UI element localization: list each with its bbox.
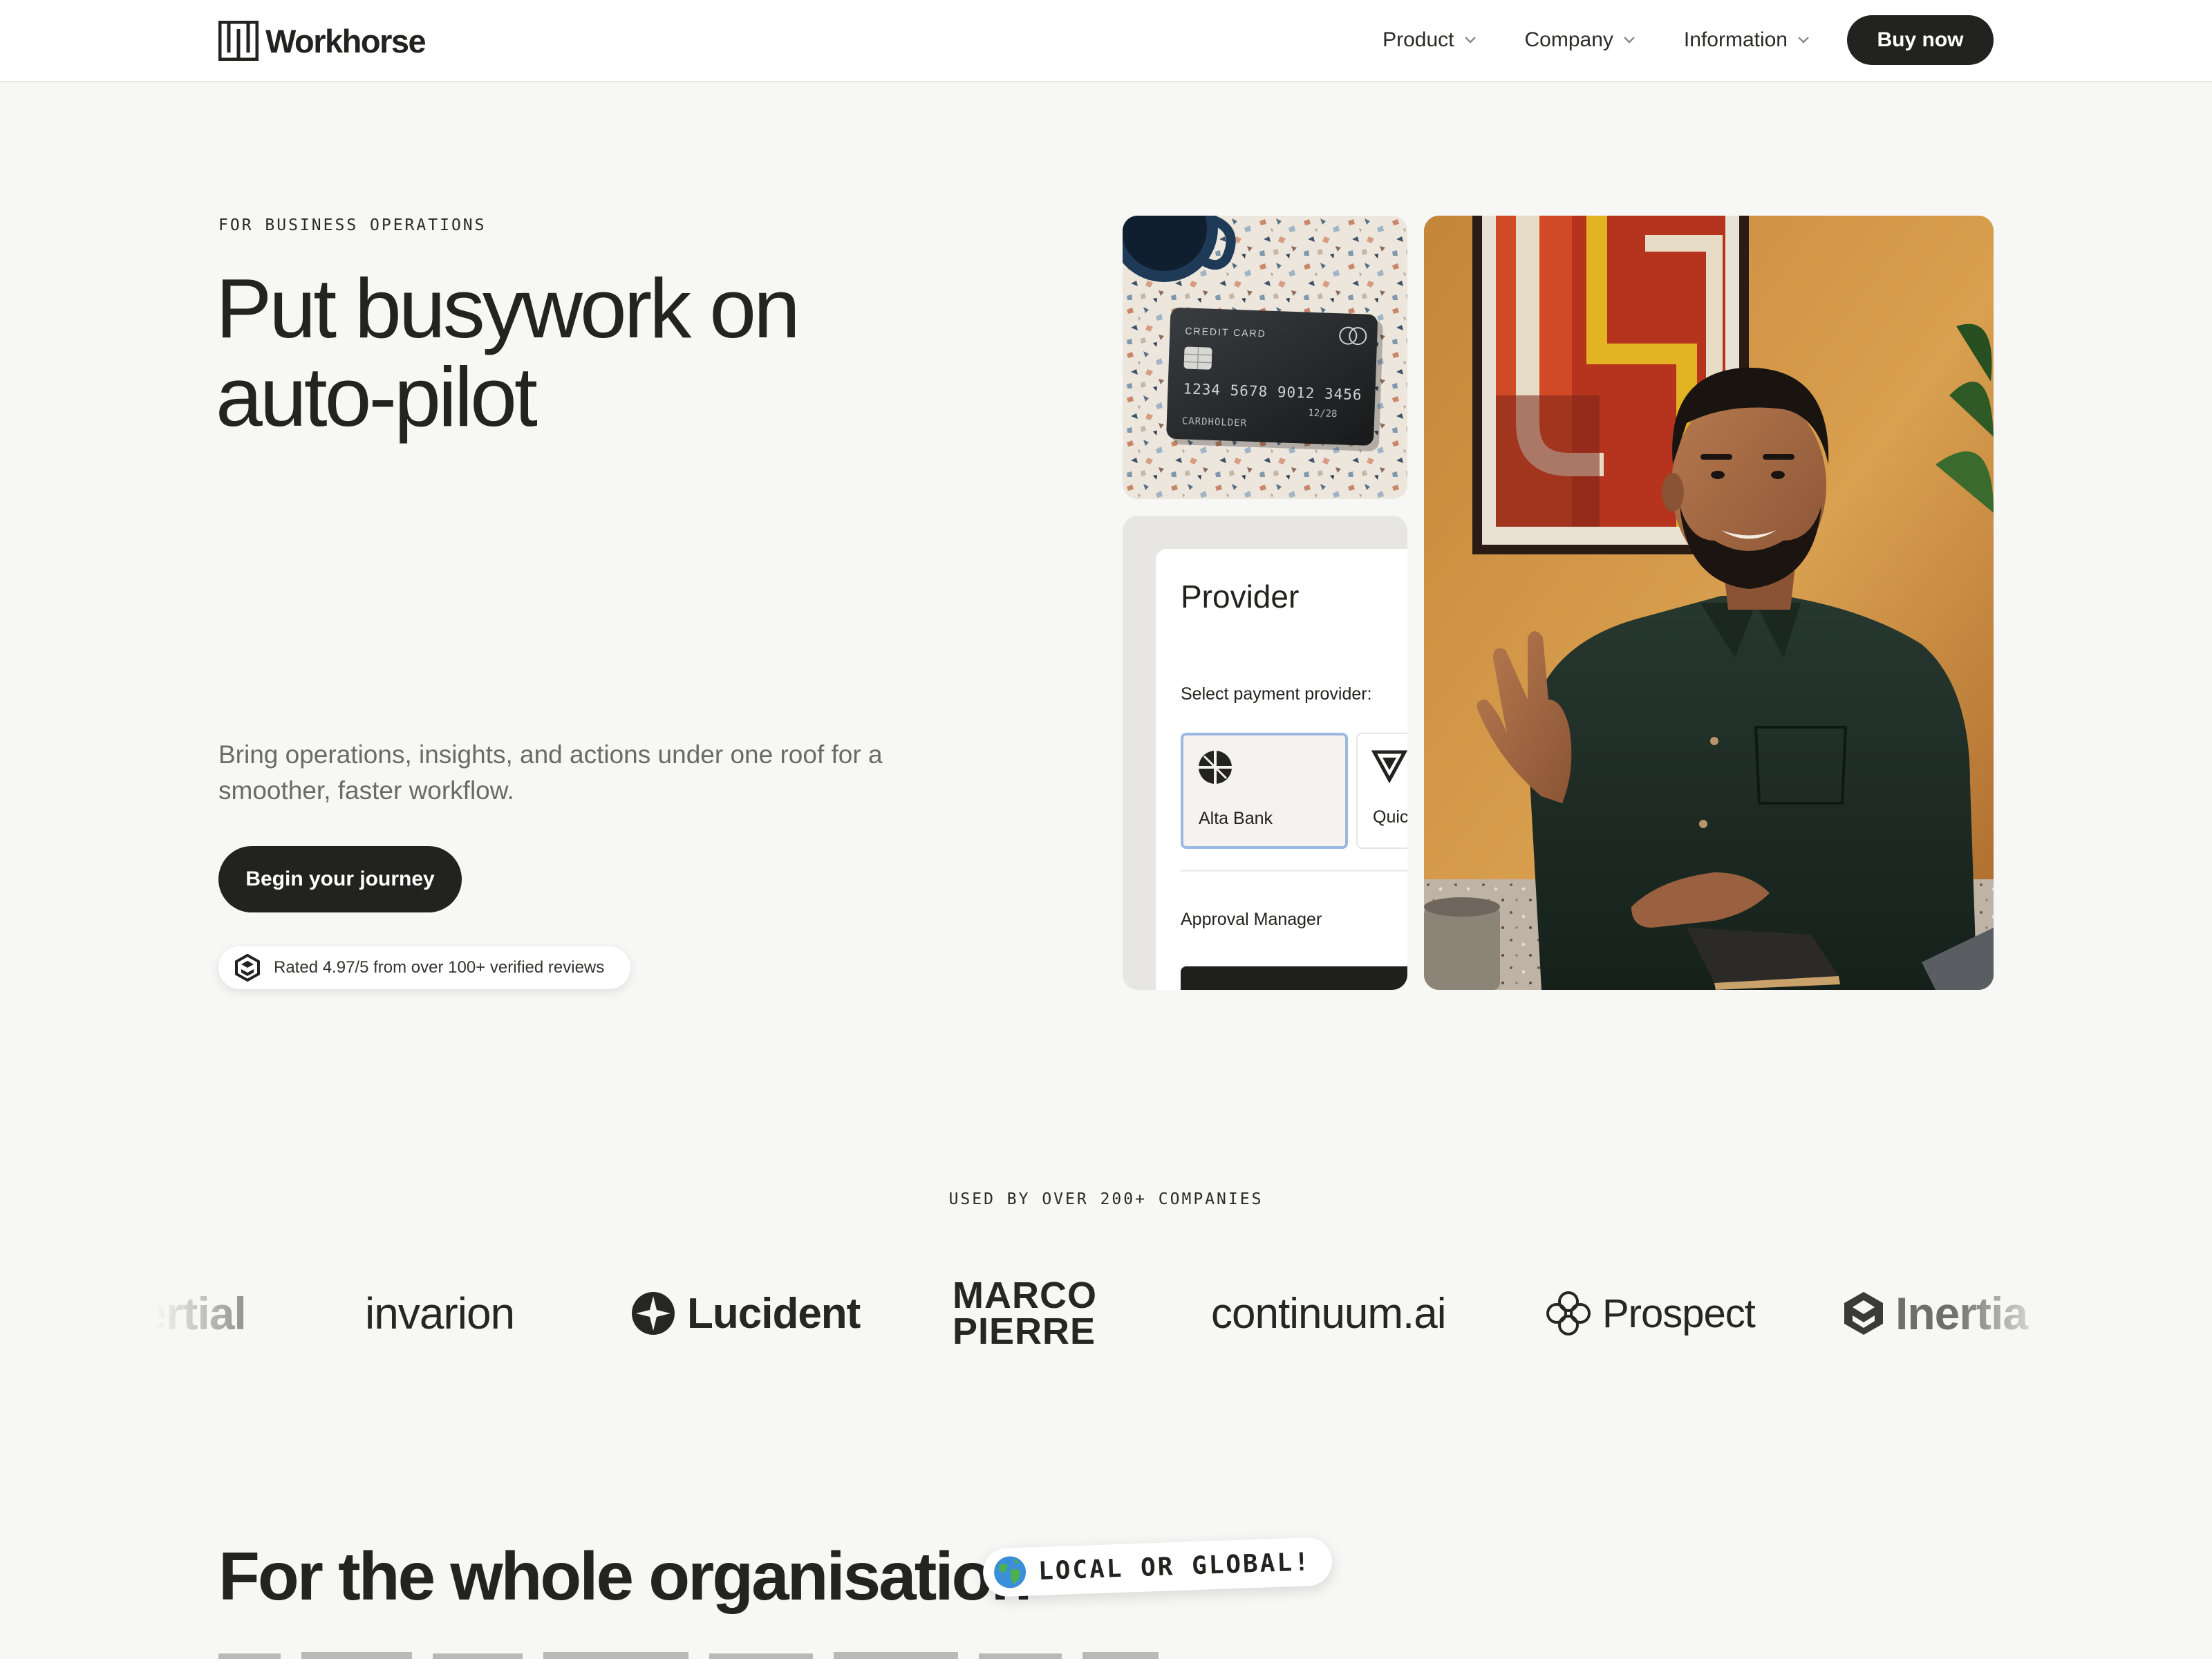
hero-title-line-2: auto-pilot: [216, 350, 538, 444]
brand-wordmark: Lucident: [687, 1289, 861, 1338]
provider-option-label: Alta Bank: [1199, 809, 1273, 828]
brand-wordmark: Prospect: [1602, 1291, 1756, 1336]
credit-card-image: CREDIT CARD 1234 5678 9012 3456 12/28 CA…: [1123, 216, 1407, 499]
card-holder-text: CARDHOLDER: [1182, 415, 1248, 429]
nav-information-label: Information: [1683, 28, 1788, 51]
prospect-logo-icon: [1546, 1291, 1591, 1335]
chevron-down-icon: [1464, 37, 1476, 44]
provider-option-label: Quic: [1373, 807, 1407, 827]
hero-title: Put busywork on auto-pilot: [216, 264, 976, 441]
lucident-logo-icon: [632, 1292, 675, 1335]
main-nav: Product Company Information Buy now: [1382, 15, 1994, 65]
tag-text: LOCAL OR GLOBAL!: [1038, 1547, 1312, 1586]
approval-manager-select[interactable]: [1181, 966, 1407, 990]
hero-description: Bring operations, insights, and actions …: [218, 740, 883, 805]
brand-wordmark-line-2: PIERRE: [953, 1311, 1096, 1352]
globe-icon: [994, 1556, 1027, 1588]
hero-title-line-1: Put busywork on: [216, 261, 800, 355]
office-worker-illustration: [1424, 216, 1994, 990]
begin-journey-button[interactable]: Begin your journey: [218, 846, 462, 912]
chevron-down-icon: [1624, 37, 1635, 44]
paragraph-text-cutoff: [218, 1652, 1159, 1659]
used-by-heading: USED BY OVER 200+ COMPANIES: [948, 1190, 1264, 1208]
brand-wordmark: invarion: [365, 1288, 515, 1338]
panel-divider: [1181, 870, 1407, 872]
card-expiry-text: 12/28: [1308, 408, 1338, 420]
alta-bank-icon: [1199, 751, 1232, 784]
provider-option-alta-bank[interactable]: Alta Bank: [1181, 733, 1348, 849]
rating-text: Rated 4.97/5 from over 100+ verified rev…: [274, 958, 605, 977]
approval-manager-label: Approval Manager: [1181, 910, 1322, 929]
nav-information-menu[interactable]: Information: [1684, 28, 1810, 52]
rating-badge: Rated 4.97/5 from over 100+ verified rev…: [218, 946, 631, 989]
local-or-global-tag: LOCAL OR GLOBAL!: [982, 1537, 1333, 1597]
terrazzo-credit-card-illustration: CREDIT CARD 1234 5678 9012 3456 12/28 CA…: [1123, 216, 1407, 499]
customer-logo-prospect: Prospect: [1546, 1258, 1756, 1369]
buy-now-button[interactable]: Buy now: [1847, 15, 1994, 65]
nav-product-menu[interactable]: Product: [1382, 28, 1476, 52]
provider-panel: Provider Select payment provider: Alta B…: [1156, 549, 1407, 990]
brand-wordmark: continuum.ai: [1211, 1289, 1447, 1338]
nav-product-label: Product: [1382, 28, 1454, 51]
workhorse-logo-icon: [218, 21, 259, 61]
customer-logo-invarion: invarion: [365, 1258, 515, 1369]
payment-provider-widget: Provider Select payment provider: Alta B…: [1123, 516, 1407, 990]
brand-wordmark-line-1: MARCO: [953, 1275, 1097, 1316]
nav-company-menu[interactable]: Company: [1525, 28, 1635, 52]
section-title: For the whole organisation: [218, 1538, 1032, 1614]
customer-logo-carousel: ertial invarion Lucident MARCO PIERRE co…: [155, 1258, 2057, 1369]
customer-logo-inertial-partial: ertial: [155, 1258, 247, 1369]
nav-company-label: Company: [1524, 28, 1613, 51]
brand-wordmark: ertial: [155, 1288, 247, 1339]
customer-logo-marco-pierre: MARCO PIERRE: [953, 1258, 1097, 1369]
customer-logo-lucident: Lucident: [630, 1258, 861, 1369]
review-platform-icon: [235, 954, 260, 982]
top-navigation-bar: Workhorse Product Company Information Bu…: [0, 0, 2212, 82]
customer-logo-inertia: Inertia: [1843, 1258, 2028, 1369]
customer-logo-continuum: continuum.ai: [1211, 1258, 1447, 1369]
provider-title: Provider: [1181, 579, 1300, 615]
smiling-man-photo: [1424, 216, 1994, 990]
hero-eyebrow: FOR BUSINESS OPERATIONS: [218, 216, 487, 234]
quic-icon: [1371, 750, 1407, 784]
provider-option-quic[interactable]: Quic: [1356, 733, 1407, 849]
brand-logo[interactable]: Workhorse: [218, 19, 427, 62]
brand-wordmark: Inertia: [1895, 1288, 2028, 1339]
brand-name: Workhorse: [265, 22, 427, 59]
inertia-logo-icon: [1844, 1292, 1883, 1335]
chevron-down-icon: [1798, 37, 1809, 44]
select-provider-label: Select payment provider:: [1181, 684, 1372, 704]
